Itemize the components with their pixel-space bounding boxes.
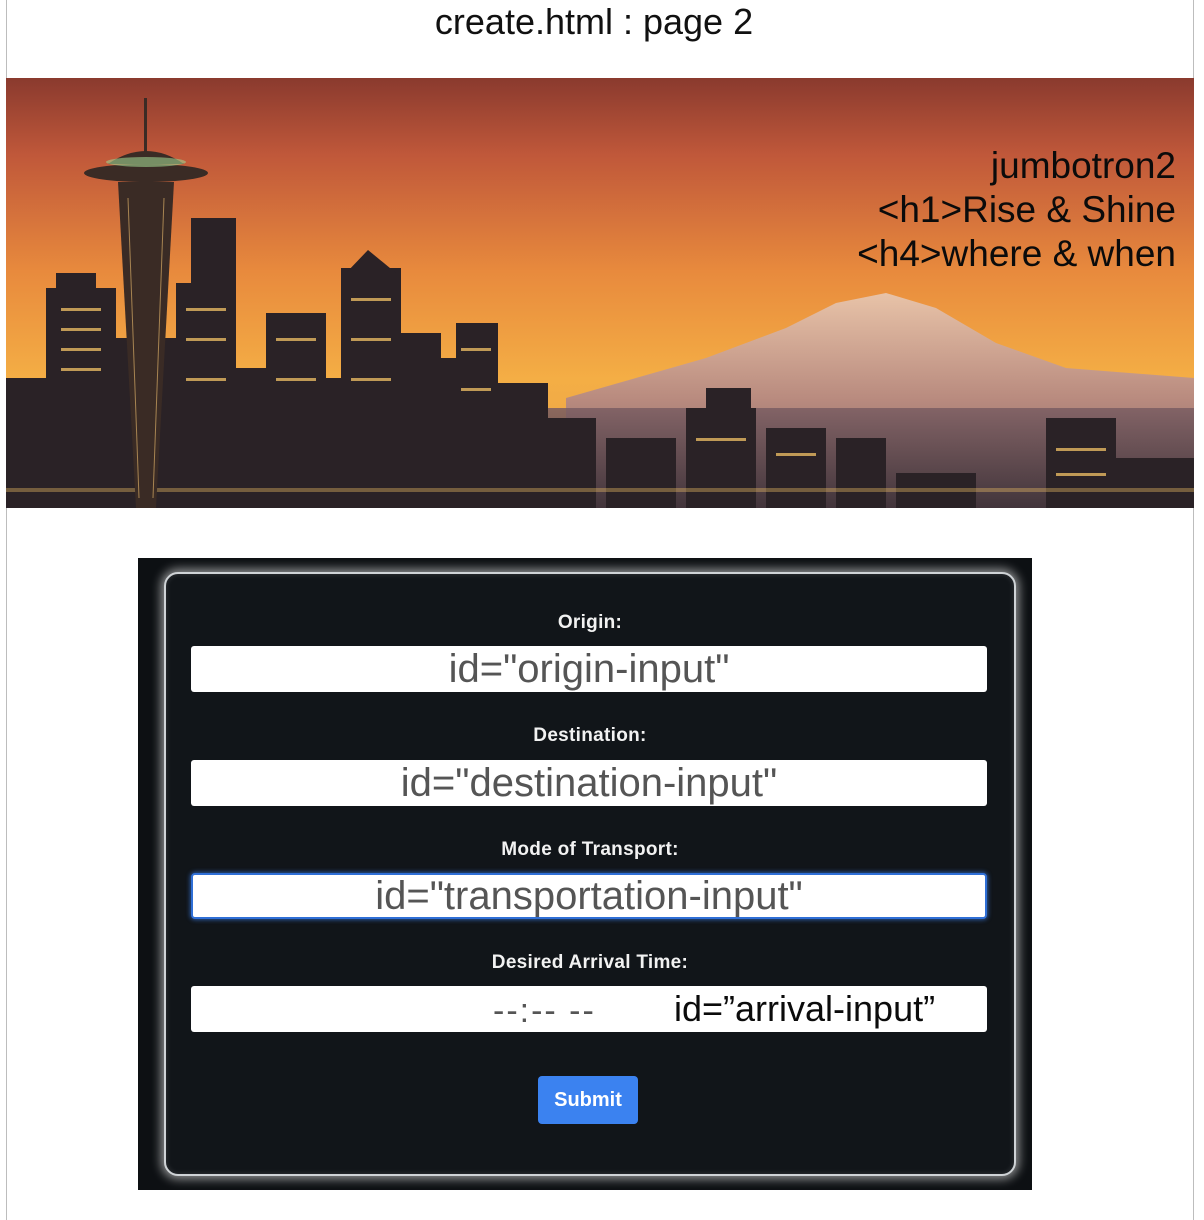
origin-label: Origin: bbox=[557, 612, 623, 633]
submit-button[interactable]: Submit bbox=[538, 1076, 638, 1124]
arrival-time-placeholder: --:-- -- bbox=[493, 992, 596, 1030]
arrival-input[interactable]: --:-- -- id=”arrival-input” bbox=[191, 986, 987, 1032]
jumbotron: jumbotron2 <h1>Rise & Shine <h4>where & … bbox=[6, 78, 1194, 508]
origin-input[interactable]: id="origin-input" bbox=[191, 646, 987, 692]
jumbotron-subheading: <h4>where & when bbox=[857, 233, 1176, 274]
transport-label: Mode of Transport: bbox=[501, 839, 679, 860]
arrival-label: Desired Arrival Time: bbox=[491, 952, 689, 973]
jumbotron-text: jumbotron2 <h1>Rise & Shine <h4>where & … bbox=[857, 144, 1176, 276]
jumbotron-heading: <h1>Rise & Shine bbox=[877, 189, 1176, 230]
transportation-input[interactable]: id="transportation-input" bbox=[191, 873, 987, 919]
destination-input[interactable]: id="destination-input" bbox=[191, 760, 987, 806]
seattle-skyline-image bbox=[6, 78, 1194, 508]
destination-label: Destination: bbox=[533, 725, 647, 746]
arrival-input-annotation: id=”arrival-input” bbox=[674, 988, 936, 1029]
trip-form: Origin: id="origin-input" Destination: i… bbox=[164, 572, 1016, 1176]
page-title: create.html : page 2 bbox=[434, 1, 754, 42]
jumbotron-id-label: jumbotron2 bbox=[990, 145, 1176, 186]
